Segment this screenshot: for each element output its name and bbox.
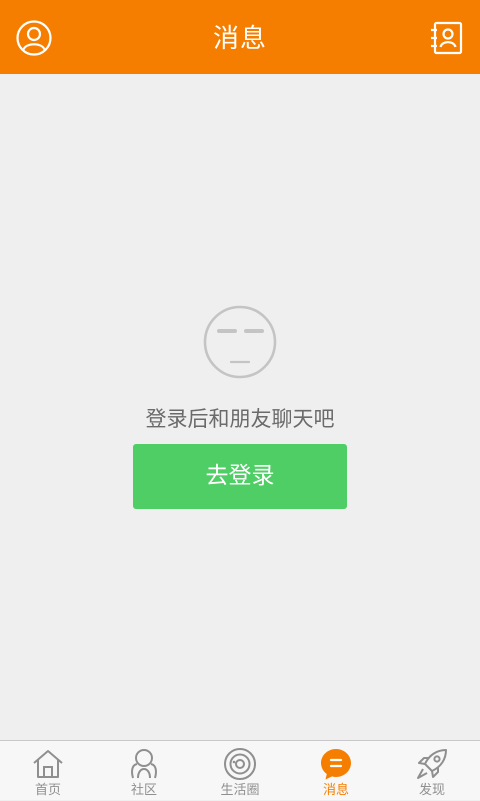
- tab-community[interactable]: 社区: [96, 741, 192, 801]
- expressionless-face-icon: [203, 305, 277, 379]
- tab-label: 发现: [418, 783, 445, 798]
- tab-life-circle[interactable]: 生活圈: [192, 741, 288, 801]
- tab-label: 首页: [34, 783, 61, 798]
- rocket-icon: [417, 749, 447, 779]
- tab-label: 社区: [130, 783, 157, 798]
- contacts-book-icon: [431, 21, 463, 55]
- message-bubble-icon: [321, 749, 351, 780]
- community-icon: [131, 749, 157, 779]
- tab-label: 生活圈: [220, 783, 260, 798]
- contacts-button[interactable]: [428, 19, 466, 57]
- empty-state-face: [202, 304, 278, 380]
- empty-state-message: 登录后和朋友聊天吧: [145, 407, 335, 431]
- page-title: 消息: [212, 24, 267, 54]
- tab-discover[interactable]: 发现: [384, 741, 480, 801]
- life-circle-icon: [224, 748, 256, 780]
- bottom-tab-bar: 首页 社区 生活圈 消息 发现: [0, 740, 480, 800]
- login-button[interactable]: 去登录: [133, 444, 347, 509]
- tab-messages[interactable]: 消息: [288, 741, 384, 801]
- top-header: 消息: [0, 0, 480, 74]
- tab-label: 消息: [322, 783, 349, 798]
- home-icon: [33, 750, 63, 778]
- tab-home[interactable]: 首页: [0, 741, 96, 801]
